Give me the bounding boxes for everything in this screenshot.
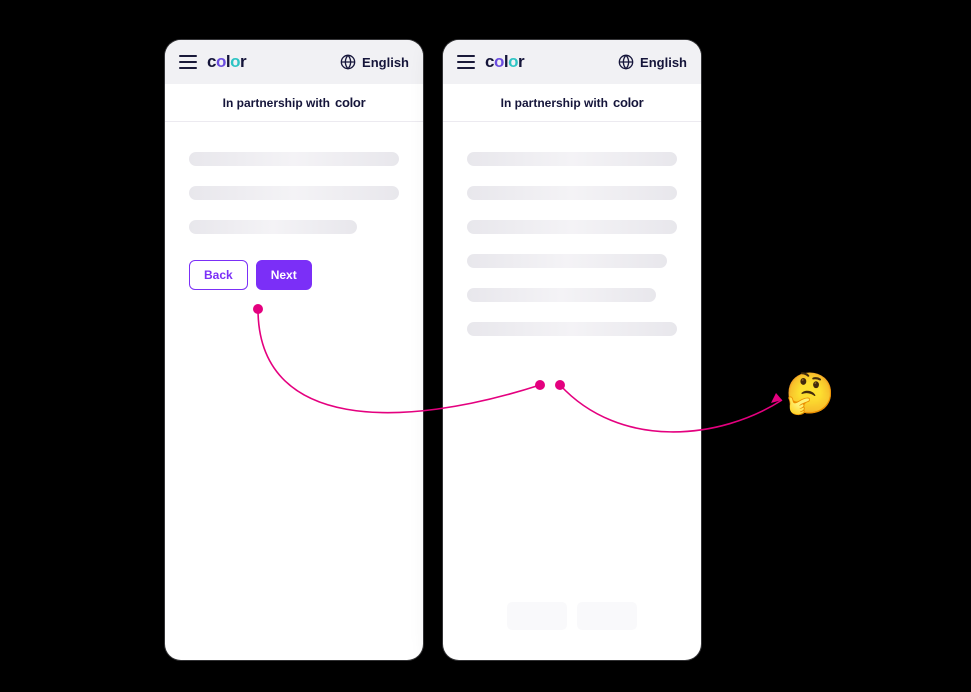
skeleton-line bbox=[467, 254, 667, 268]
phone-screen-1: color English In partnership with color … bbox=[165, 40, 423, 660]
phone-body-1: Back Next bbox=[165, 122, 423, 660]
hidden-button-placeholder bbox=[507, 602, 567, 630]
phone-screen-2: color English In partnership with color bbox=[443, 40, 701, 660]
button-row: Back Next bbox=[189, 260, 399, 290]
partnership-logo: color bbox=[335, 95, 365, 110]
skeleton-line bbox=[467, 322, 677, 336]
hidden-button-row bbox=[467, 602, 677, 640]
hidden-button-placeholder bbox=[577, 602, 637, 630]
menu-icon[interactable] bbox=[457, 55, 475, 69]
skeleton-line bbox=[189, 186, 399, 200]
back-button[interactable]: Back bbox=[189, 260, 248, 290]
skeleton-line bbox=[189, 152, 399, 166]
partnership-text: In partnership with bbox=[223, 96, 330, 110]
partnership-banner: In partnership with color bbox=[165, 84, 423, 122]
phone-body-2 bbox=[443, 122, 701, 660]
thinking-emoji: 🤔 bbox=[785, 370, 835, 417]
globe-icon bbox=[618, 54, 634, 70]
next-button[interactable]: Next bbox=[256, 260, 312, 290]
header-left: color bbox=[457, 52, 524, 72]
globe-icon bbox=[340, 54, 356, 70]
skeleton-line bbox=[467, 288, 656, 302]
skeleton-line bbox=[467, 186, 677, 200]
language-label: English bbox=[362, 55, 409, 70]
app-header: color English bbox=[443, 40, 701, 84]
language-selector[interactable]: English bbox=[340, 54, 409, 70]
partnership-text: In partnership with bbox=[501, 96, 608, 110]
menu-icon[interactable] bbox=[179, 55, 197, 69]
skeleton-line bbox=[467, 152, 677, 166]
language-selector[interactable]: English bbox=[618, 54, 687, 70]
skeleton-line bbox=[189, 220, 357, 234]
partnership-logo: color bbox=[613, 95, 643, 110]
app-logo: color bbox=[207, 52, 246, 72]
language-label: English bbox=[640, 55, 687, 70]
app-header: color English bbox=[165, 40, 423, 84]
skeleton-line bbox=[467, 220, 677, 234]
app-logo: color bbox=[485, 52, 524, 72]
partnership-banner: In partnership with color bbox=[443, 84, 701, 122]
header-left: color bbox=[179, 52, 246, 72]
phones-container: color English In partnership with color … bbox=[0, 0, 971, 660]
